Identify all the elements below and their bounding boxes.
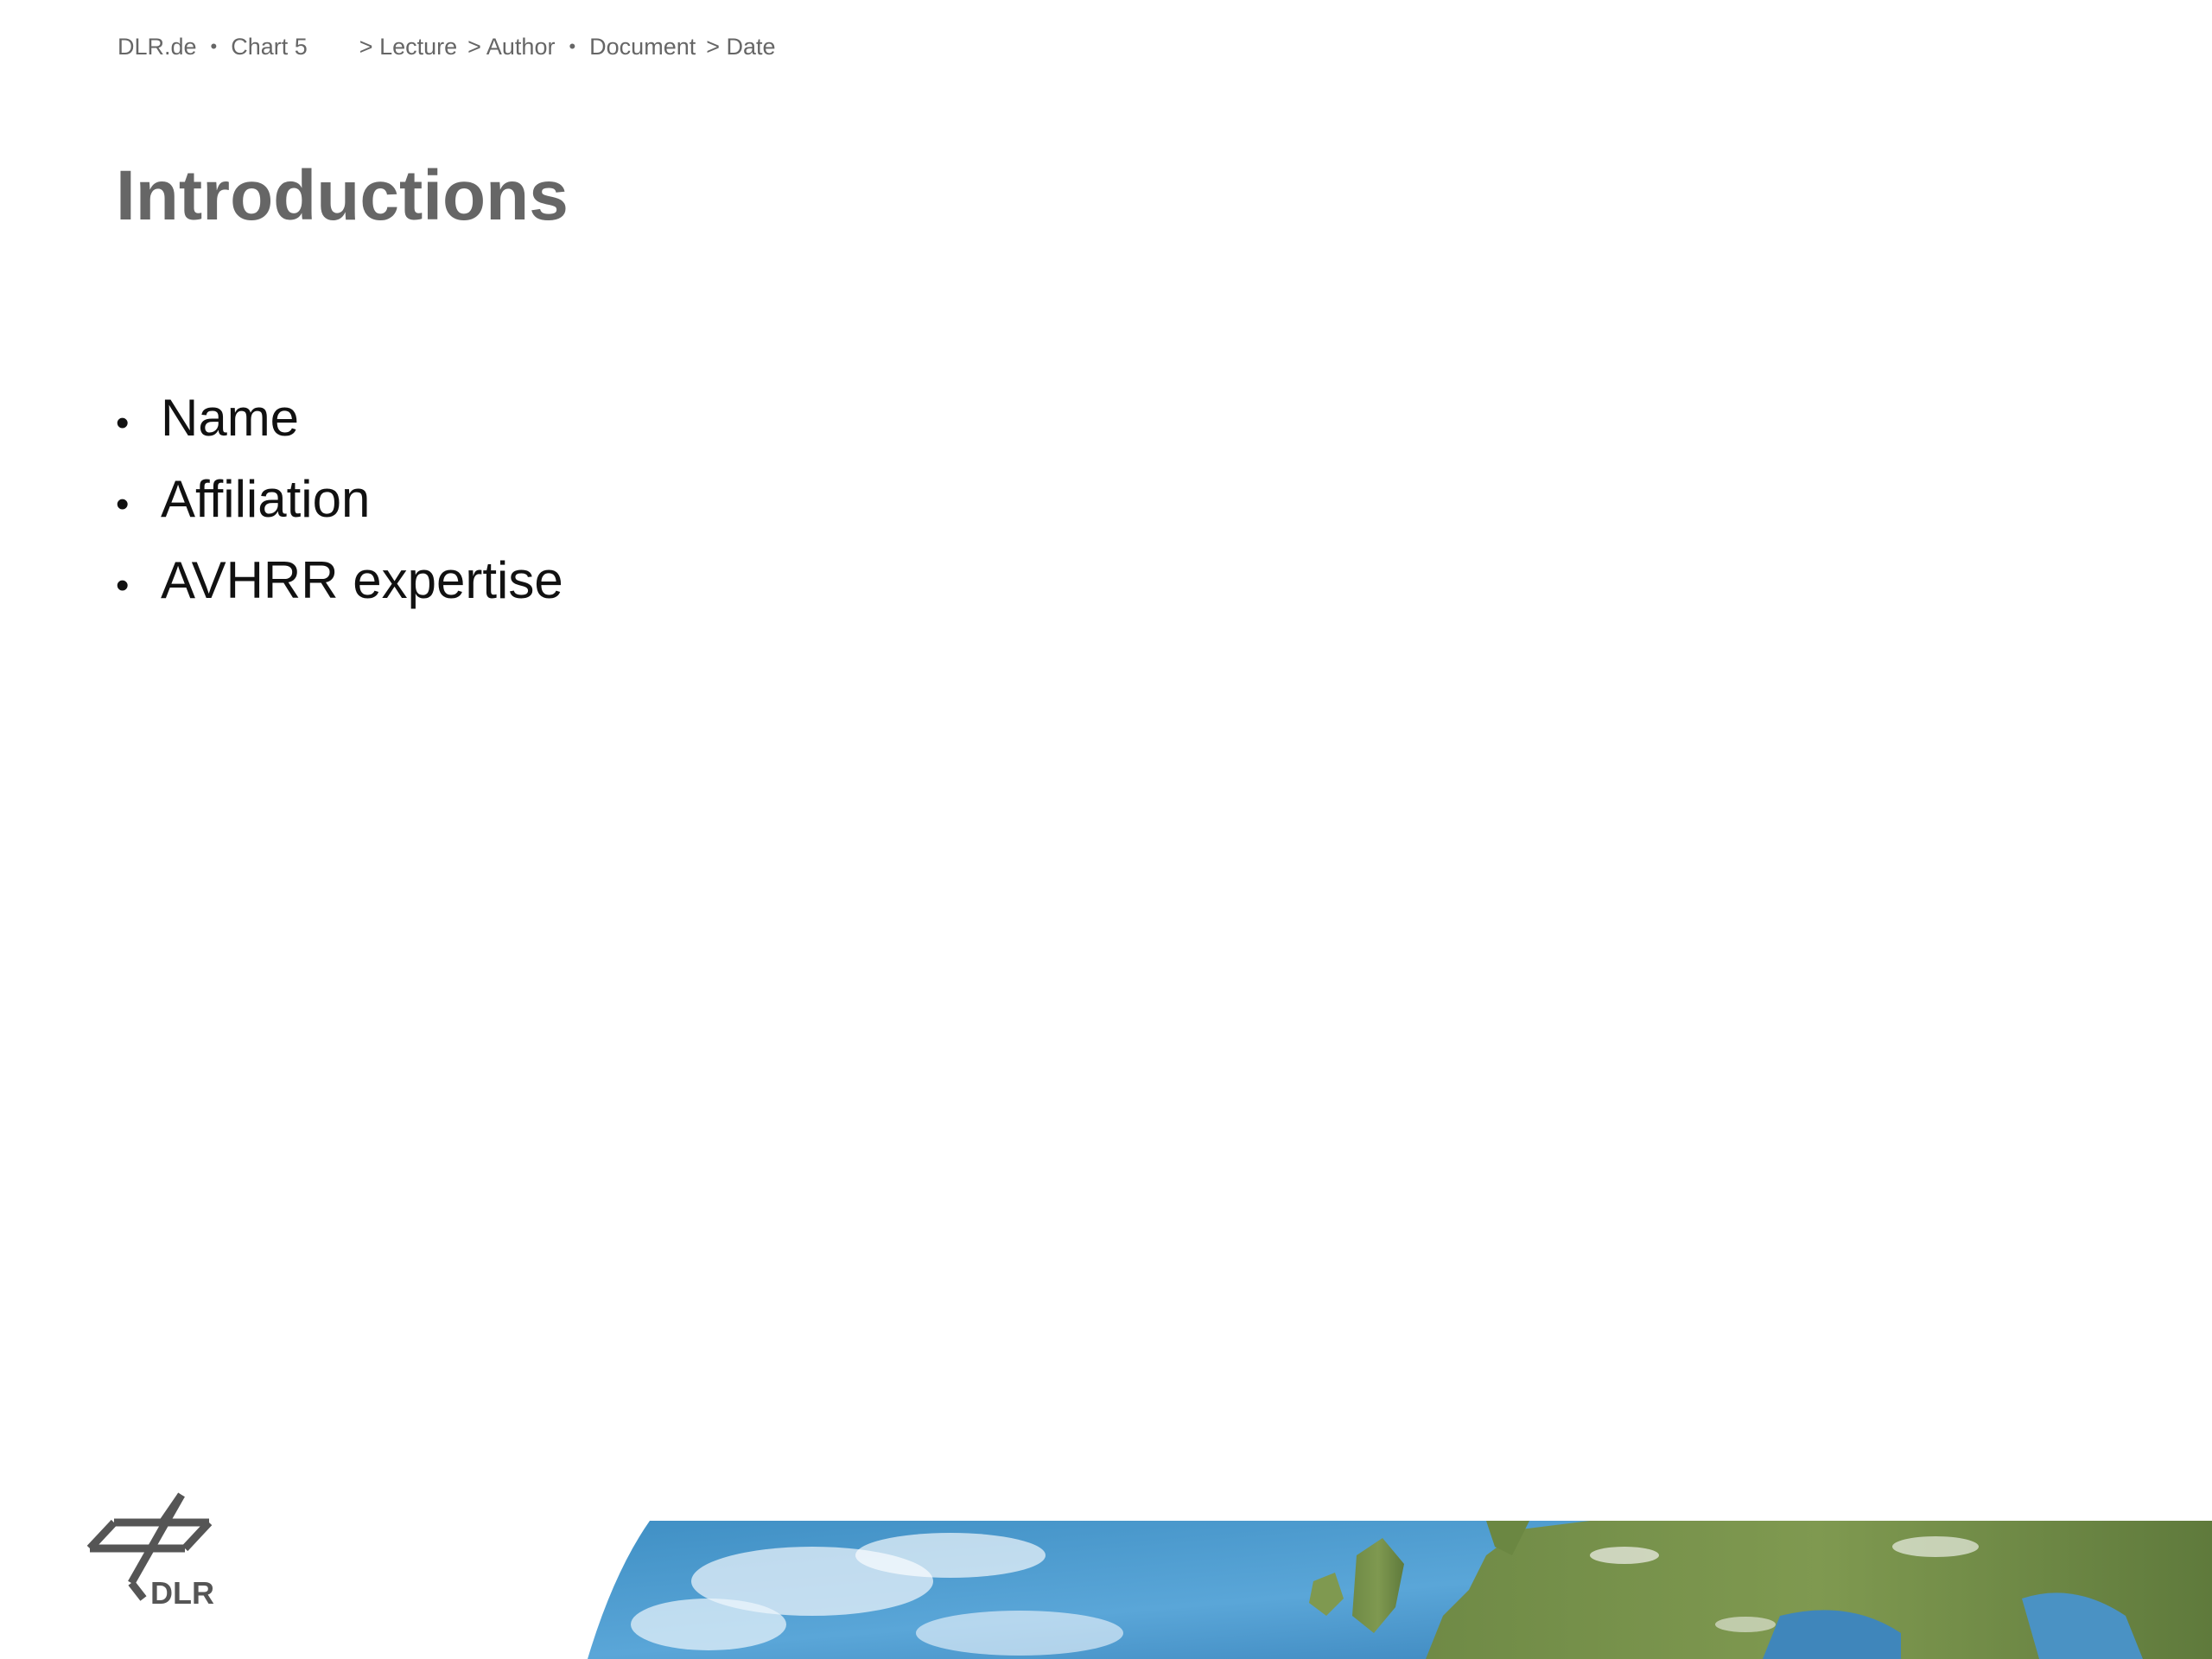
earth-banner-image — [588, 1521, 2212, 1659]
bullet-item: • Name — [116, 380, 563, 461]
slide-title: Introductions — [116, 156, 569, 235]
bullet-text: AVHRR expertise — [161, 551, 563, 609]
dlr-logo-icon: DLR — [86, 1492, 214, 1611]
slide-header: DLR.de • Chart 5 > Lecture > Author • Do… — [118, 31, 776, 62]
bullet-icon: • — [116, 402, 130, 444]
header-separator: • — [210, 35, 218, 57]
header-crumb-document: Document — [589, 33, 696, 60]
header-separator: • — [569, 35, 576, 57]
bullet-text: Affiliation — [161, 470, 371, 528]
logo-text: DLR — [150, 1575, 214, 1611]
bullet-item: • Affiliation — [116, 461, 563, 543]
header-chart-number: Chart 5 — [231, 33, 308, 60]
bullet-item: • AVHRR expertise — [116, 543, 563, 624]
header-crumb-author: > Author — [467, 33, 556, 60]
header-crumb-date: > Date — [706, 33, 776, 60]
bullet-list: • Name • Affiliation • AVHRR expertise — [116, 380, 563, 624]
slide: DLR.de • Chart 5 > Lecture > Author • Do… — [0, 0, 2212, 1659]
header-site: DLR.de — [118, 33, 197, 60]
header-crumb-lecture: > Lecture — [359, 33, 458, 60]
bullet-icon: • — [116, 564, 130, 607]
bullet-icon: • — [116, 483, 130, 525]
bullet-text: Name — [161, 389, 300, 447]
